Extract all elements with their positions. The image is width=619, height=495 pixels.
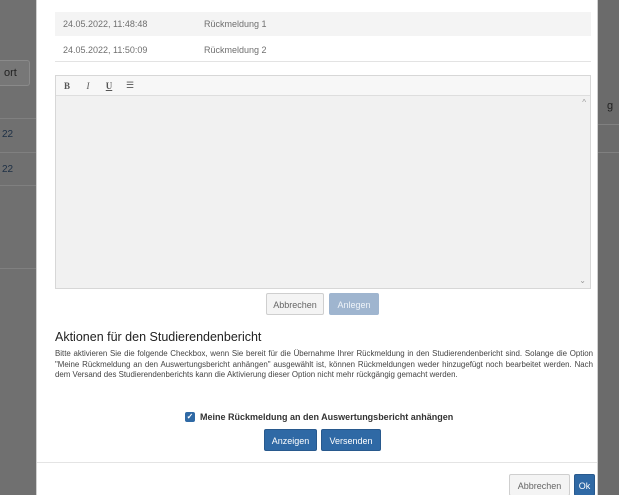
send-report-button[interactable]: Versenden — [321, 429, 381, 451]
message-title: Rückmeldung 2 — [204, 45, 267, 55]
feedback-textarea[interactable] — [56, 96, 590, 288]
checkbox-label: Meine Rückmeldung an den Auswertungsberi… — [200, 412, 454, 422]
background-text: g — [607, 100, 614, 112]
background-divider — [0, 185, 36, 186]
attach-feedback-option[interactable]: ✓ Meine Rückmeldung an den Auswertungsbe… — [185, 410, 453, 424]
modal-cancel-button[interactable]: Abbrechen — [509, 474, 570, 495]
background-divider — [0, 152, 36, 153]
bold-icon[interactable]: B — [61, 81, 73, 91]
add-feedback-button[interactable]: Anlegen — [329, 293, 379, 315]
editor-cancel-button[interactable]: Abbrechen — [266, 293, 324, 315]
actions-title: Aktionen für den Studierendenbericht — [55, 330, 262, 344]
checkbox-checked-icon[interactable]: ✓ — [185, 412, 195, 422]
background-divider — [596, 152, 619, 153]
background-divider — [0, 268, 36, 269]
actions-description: Bitte aktivieren Sie die folgende Checkb… — [55, 349, 593, 380]
list-item[interactable]: 24.05.2022, 11:50:09 Rückmeldung 2 — [55, 38, 591, 62]
background-divider — [0, 118, 36, 119]
message-title: Rückmeldung 1 — [204, 19, 267, 29]
background-divider — [596, 124, 619, 125]
background-number: 22 — [2, 129, 14, 140]
bullet-list-icon[interactable]: ☰ — [124, 80, 136, 91]
ok-button[interactable]: Ok — [574, 474, 595, 495]
show-report-button[interactable]: Anzeigen — [264, 429, 317, 451]
underline-icon[interactable]: U — [103, 81, 115, 91]
feedback-modal: 24.05.2022, 11:48:48 Rückmeldung 1 24.05… — [36, 0, 598, 495]
scroll-up-icon[interactable]: ^ — [582, 98, 586, 107]
message-date: 24.05.2022, 11:50:09 — [63, 45, 148, 55]
scroll-down-icon[interactable]: ⌄ — [579, 276, 586, 285]
editor-toolbar: B I U ☰ — [56, 76, 590, 96]
background-button: ort — [0, 60, 30, 86]
list-item[interactable]: 24.05.2022, 11:48:48 Rückmeldung 1 — [55, 12, 591, 36]
message-date: 24.05.2022, 11:48:48 — [63, 19, 148, 29]
italic-icon[interactable]: I — [82, 81, 94, 91]
rich-text-editor: B I U ☰ ^ ⌄ — [55, 75, 591, 289]
modal-footer-divider — [37, 462, 597, 463]
background-number: 22 — [2, 164, 14, 175]
